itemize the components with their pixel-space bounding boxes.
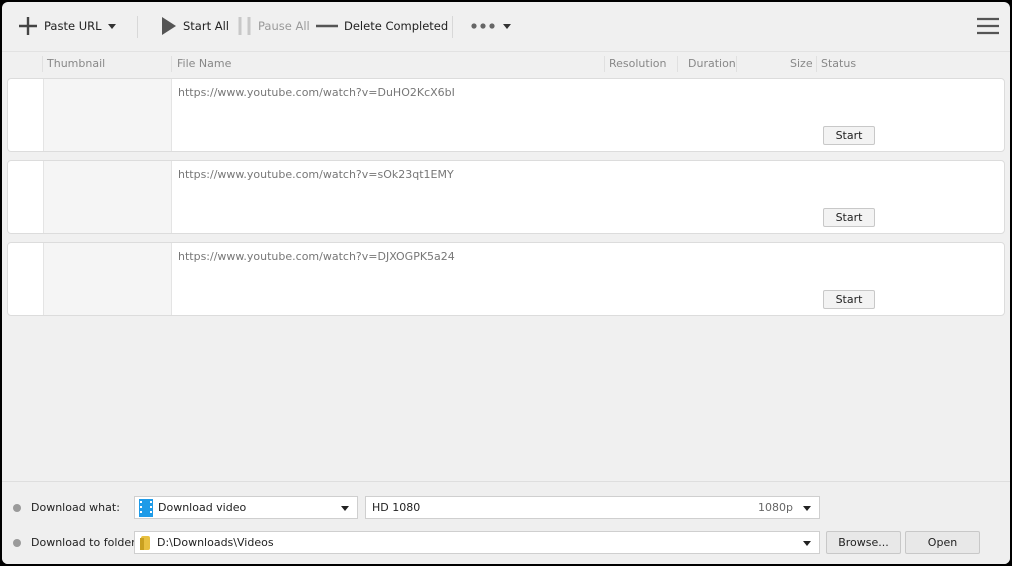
- minus-icon: [316, 24, 338, 28]
- download-what-select[interactable]: Download video: [134, 496, 358, 519]
- app-window: Paste URL Start All Pause All Delete Com…: [2, 2, 1010, 564]
- more-options-button[interactable]: [471, 2, 511, 50]
- file-url: https://www.youtube.com/watch?v=DuHO2KcX…: [178, 86, 455, 99]
- status-dot: [13, 504, 21, 512]
- pause-all-label: Pause All: [258, 19, 310, 33]
- column-file-name[interactable]: File Name: [177, 57, 231, 70]
- download-row[interactable]: https://www.youtube.com/watch?v=DuHO2KcX…: [7, 78, 1005, 152]
- start-button[interactable]: Start: [823, 208, 875, 227]
- column-thumbnail[interactable]: Thumbnail: [47, 57, 105, 70]
- delete-completed-label: Delete Completed: [344, 19, 449, 33]
- start-button[interactable]: Start: [823, 126, 875, 145]
- quality-value: HD 1080: [372, 501, 421, 514]
- delete-completed-button[interactable]: Delete Completed: [316, 2, 448, 50]
- start-all-label: Start All: [183, 19, 230, 33]
- open-button[interactable]: Open: [905, 531, 980, 554]
- menu-button[interactable]: [977, 2, 999, 50]
- column-status[interactable]: Status: [821, 57, 856, 70]
- quality-tag: 1080p: [758, 501, 793, 514]
- thumbnail-cell: [43, 161, 172, 233]
- pause-all-button[interactable]: Pause All: [238, 2, 310, 50]
- download-row[interactable]: https://www.youtube.com/watch?v=DJXOGPK5…: [7, 242, 1005, 316]
- video-icon: [139, 498, 153, 517]
- settings-panel: Download what: Download video HD 1080 10…: [2, 481, 1010, 564]
- thumbnail-cell: [43, 79, 172, 151]
- plus-icon: [19, 17, 37, 35]
- toolbar: Paste URL Start All Pause All Delete Com…: [2, 2, 1010, 50]
- chevron-down-icon: [803, 541, 811, 546]
- chevron-down-icon: [108, 23, 116, 29]
- chevron-down-icon: [341, 506, 349, 511]
- paste-url-dropdown[interactable]: [108, 2, 116, 50]
- divider: [137, 16, 138, 38]
- pause-icon: [238, 17, 251, 35]
- folder-icon: [140, 535, 150, 550]
- browse-button[interactable]: Browse...: [826, 531, 901, 554]
- paste-url-label: Paste URL: [44, 19, 102, 33]
- paste-url-button[interactable]: Paste URL: [18, 2, 102, 50]
- play-icon: [162, 17, 176, 35]
- folder-path: D:\Downloads\Videos: [157, 536, 274, 549]
- chevron-down-icon: [503, 23, 511, 29]
- column-size[interactable]: Size: [790, 57, 813, 70]
- file-url: https://www.youtube.com/watch?v=DJXOGPK5…: [178, 250, 455, 263]
- download-what-value: Download video: [158, 501, 247, 514]
- download-row[interactable]: https://www.youtube.com/watch?v=sOk23qt1…: [7, 160, 1005, 234]
- divider: [452, 16, 453, 38]
- start-all-button[interactable]: Start All: [161, 2, 229, 50]
- folder-select[interactable]: D:\Downloads\Videos: [134, 531, 820, 554]
- column-duration[interactable]: Duration: [688, 57, 736, 70]
- start-button[interactable]: Start: [823, 290, 875, 309]
- column-header: Thumbnail File Name Resolution Duration …: [2, 51, 1010, 75]
- hamburger-icon: [977, 17, 999, 35]
- download-what-label: Download what:: [31, 501, 120, 514]
- column-resolution[interactable]: Resolution: [609, 57, 666, 70]
- file-url: https://www.youtube.com/watch?v=sOk23qt1…: [178, 168, 454, 181]
- chevron-down-icon: [803, 506, 811, 511]
- quality-select[interactable]: HD 1080 1080p: [365, 496, 820, 519]
- more-icon: [471, 23, 495, 29]
- thumbnail-cell: [43, 243, 172, 315]
- status-dot: [13, 539, 21, 547]
- folder-label: Download to folder:: [31, 536, 140, 549]
